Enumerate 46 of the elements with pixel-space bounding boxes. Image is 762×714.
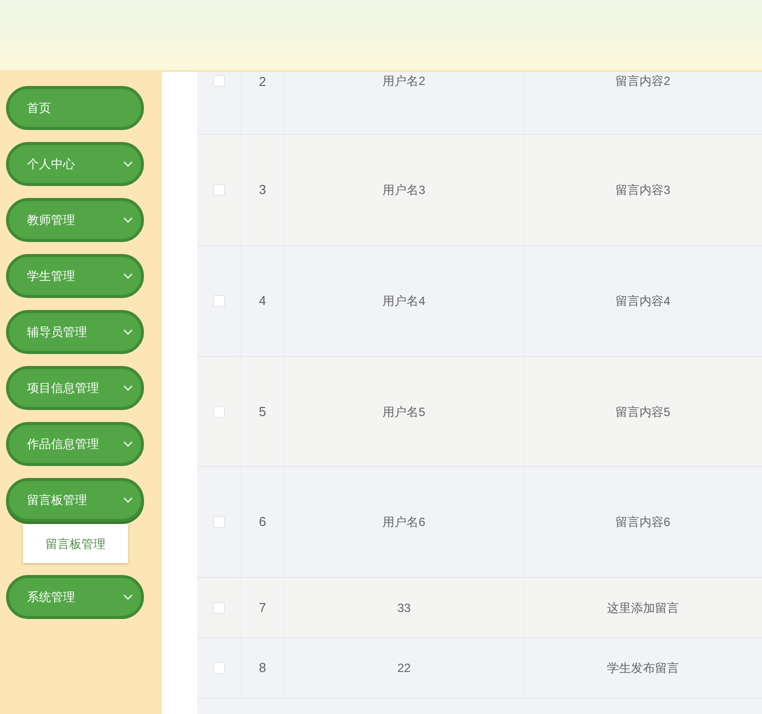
- row-checkbox[interactable]: [212, 295, 224, 307]
- table-cell-text: 8: [258, 659, 266, 678]
- chevron-icon: [123, 497, 133, 503]
- table-cell-text: 留言内容6: [616, 514, 670, 531]
- table-cell-text: 留言内容4: [616, 293, 670, 310]
- table-cell-text: 5: [258, 402, 266, 421]
- table-cell-text: 留言内容5: [616, 404, 670, 420]
- row-checkbox[interactable]: [212, 602, 224, 614]
- chevron-icon: [123, 441, 133, 447]
- table-cell-text: 学生发布留言: [607, 660, 679, 677]
- table-cell-text: 用户名4: [382, 293, 426, 310]
- menu-item[interactable]: 学生管理: [6, 254, 144, 298]
- table-cell-text: 用户名5: [382, 404, 426, 420]
- table-cell-text: 留言内容3: [616, 182, 670, 199]
- menu-item[interactable]: 教师管理: [6, 198, 144, 242]
- table-cell-text: 33: [397, 600, 411, 616]
- row-checkbox[interactable]: [212, 75, 224, 87]
- table-cell-text: 22: [397, 660, 411, 677]
- table-cell-text: 用户名2: [382, 73, 426, 90]
- chevron-icon: [123, 385, 133, 391]
- menu-item[interactable]: 辅导员管理: [6, 310, 144, 354]
- menu-item[interactable]: 首页: [6, 86, 144, 130]
- table-cell-text: 4: [258, 292, 266, 310]
- menu-item[interactable]: 项目信息管理: [6, 366, 144, 410]
- row-checkbox[interactable]: [212, 406, 224, 418]
- chevron-icon: [123, 273, 133, 279]
- chevron-icon: [123, 594, 133, 600]
- table-cell-text: 用户名6: [382, 514, 426, 531]
- menu-item[interactable]: 系统管理: [6, 575, 144, 619]
- row-checkbox[interactable]: [212, 184, 224, 196]
- chevron-icon: [123, 161, 133, 167]
- submenu-item[interactable]: 留言板管理: [23, 524, 128, 563]
- table-cell-text: 2: [258, 73, 266, 91]
- chevron-icon: [123, 329, 133, 335]
- menu-item[interactable]: 作品信息管理: [6, 422, 144, 466]
- table-cell-text: 留言内容2: [616, 73, 670, 90]
- table-cell-text: 6: [258, 513, 266, 532]
- chevron-icon: [123, 217, 133, 223]
- table-cell-text: 3: [258, 181, 266, 200]
- table-cell-text: 7: [258, 598, 266, 617]
- row-checkbox[interactable]: [212, 662, 224, 674]
- table-cell-text: 用户名3: [382, 182, 426, 199]
- table-cell-text: 这里添加留言: [607, 600, 679, 616]
- menu-item[interactable]: 留言板管理: [6, 478, 144, 522]
- row-checkbox[interactable]: [212, 516, 224, 528]
- menu-item[interactable]: 个人中心: [6, 142, 144, 186]
